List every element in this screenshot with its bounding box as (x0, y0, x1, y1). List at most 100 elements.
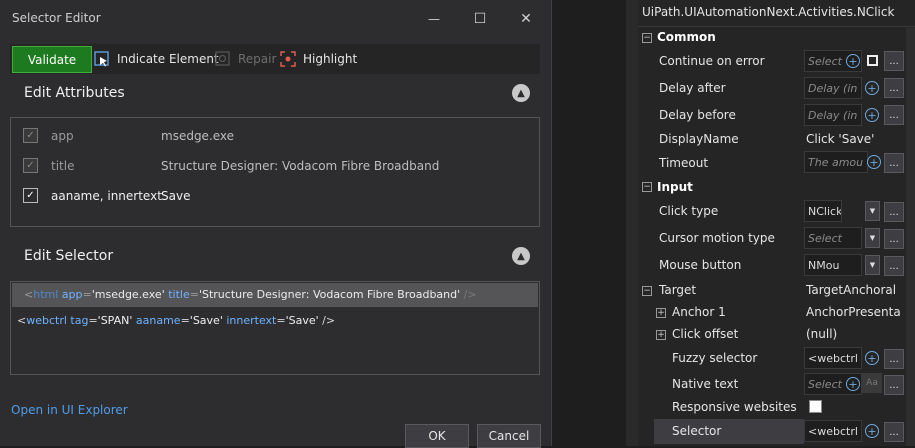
validate-button[interactable]: Validate (12, 46, 92, 73)
expand-anchor1-icon[interactable]: + (656, 308, 666, 318)
collapse-common-icon[interactable]: − (642, 33, 652, 43)
maximize-icon: ☐ (473, 11, 487, 27)
selector-editor-dialog: Selector Editor — ☐ ✕ Validate Indicate … (0, 0, 552, 448)
click-type-label: Click type (659, 204, 719, 218)
collapse-input-icon[interactable]: − (642, 182, 652, 192)
mouse-button-input[interactable]: NMou (804, 254, 862, 276)
canvas-scrollbar[interactable] (626, 0, 638, 446)
expand-click-offset-icon[interactable]: + (656, 330, 666, 340)
attribute-name: title (51, 159, 75, 173)
add-variable-icon[interactable]: + (846, 377, 860, 391)
minimize-icon: — (428, 12, 440, 26)
selector-value: 'msedge.exe' (91, 288, 165, 301)
continue-on-error-checkbox[interactable] (867, 55, 878, 66)
highlight-button[interactable]: Highlight (280, 44, 357, 74)
collapse-attributes-button[interactable]: ▲ (512, 84, 530, 102)
add-variable-icon[interactable]: + (846, 54, 860, 68)
attribute-row: ✓ title Structure Designer: Vodacom Fibr… (11, 151, 539, 179)
timeout-label: Timeout (659, 156, 709, 170)
timeout-input[interactable]: The amou (804, 151, 868, 173)
highlight-label: Highlight (303, 52, 358, 66)
responsive-websites-label: Responsive websites (672, 400, 797, 414)
more-options-button[interactable]: ... (884, 153, 904, 173)
repair-button[interactable]: Repair (215, 44, 276, 74)
dialog-titlebar: Selector Editor — ☐ ✕ (0, 0, 551, 37)
indicate-icon (94, 51, 109, 67)
indicate-element-button[interactable]: Indicate Element (94, 44, 219, 74)
add-variable-icon[interactable]: + (865, 424, 879, 438)
selector-close: /> (463, 288, 477, 301)
minimize-button[interactable]: — (412, 6, 456, 32)
ok-button[interactable]: OK (405, 424, 469, 448)
cancel-button[interactable]: Cancel (477, 424, 541, 448)
category-input: Input (657, 180, 693, 194)
properties-scrollbar[interactable] (906, 28, 915, 446)
click-type-input[interactable]: NClick (804, 200, 842, 222)
text-format-icon[interactable]: Aa (862, 373, 882, 393)
close-button[interactable]: ✕ (504, 6, 548, 32)
more-options-button[interactable]: ... (884, 202, 904, 222)
add-variable-icon[interactable]: + (867, 155, 881, 169)
more-options-button[interactable]: ... (884, 105, 904, 125)
more-options-button[interactable]: ... (884, 375, 904, 395)
selector-tag: html (33, 288, 59, 301)
anchor1-value[interactable]: AnchorPresenta (806, 305, 901, 319)
attribute-value: Save (161, 189, 191, 203)
fuzzy-selector-label: Fuzzy selector (672, 351, 758, 365)
continue-on-error-placeholder: Select (808, 54, 842, 68)
attribute-checkbox[interactable]: ✓ (23, 128, 38, 143)
selector-attr: title (168, 288, 190, 301)
delay-after-input[interactable]: Delay (in : (804, 77, 862, 99)
indicate-element-label: Indicate Element (117, 52, 219, 66)
more-options-button[interactable]: ... (884, 78, 904, 98)
selector-toolbar: Validate Indicate Element Repair Highlig… (10, 44, 540, 74)
collapse-selector-button[interactable]: ▲ (512, 247, 530, 265)
mouse-button-value: NMou (808, 258, 840, 272)
selector-line-html[interactable]: <html app='msedge.exe' title='Structure … (12, 283, 538, 307)
fuzzy-selector-value: <webctrl (808, 351, 858, 365)
chevron-up-icon: ▲ (517, 250, 525, 262)
dropdown-arrow-icon[interactable]: ▼ (865, 228, 880, 248)
selector-value: 'Save' (285, 314, 319, 327)
more-options-button[interactable]: ... (884, 349, 904, 369)
click-offset-value[interactable]: (null) (806, 327, 837, 341)
attribute-value: msedge.exe (161, 129, 235, 143)
chevron-up-icon: ▲ (517, 87, 525, 99)
attribute-row: ✓ app msedge.exe (11, 121, 539, 149)
more-options-button[interactable]: ... (884, 229, 904, 249)
add-variable-icon[interactable]: + (865, 81, 879, 95)
dropdown-arrow-icon[interactable]: ▼ (865, 201, 880, 221)
selector-attr: innertext (226, 314, 277, 327)
responsive-websites-checkbox[interactable] (809, 400, 822, 413)
cursor-motion-type-label: Cursor motion type (659, 231, 775, 245)
delay-before-label: Delay before (659, 108, 736, 122)
mouse-button-label: Mouse button (659, 258, 742, 272)
selector-input[interactable]: <webctrl t (804, 420, 862, 442)
edit-selector-title: Edit Selector (24, 248, 114, 264)
more-options-button[interactable]: ... (884, 51, 904, 71)
fuzzy-selector-input[interactable]: <webctrl (804, 347, 862, 369)
selector-tag: webctrl (26, 314, 67, 327)
add-variable-icon[interactable]: + (865, 351, 879, 365)
cursor-motion-type-input[interactable]: Select (804, 227, 862, 249)
attributes-list: ✓ app msedge.exe ✓ title Structure Desig… (10, 117, 540, 227)
add-variable-icon[interactable]: + (865, 108, 879, 122)
displayname-input[interactable]: Click 'Save' (806, 132, 874, 146)
category-common: Common (657, 30, 716, 44)
selector-value: <webctrl t (808, 424, 862, 438)
selector-editor-box[interactable]: <html app='msedge.exe' title='Structure … (10, 281, 540, 375)
dropdown-arrow-icon[interactable]: ▼ (865, 255, 880, 275)
selector-line-webctrl[interactable]: <webctrl tag='SPAN' aaname='Save' innert… (17, 314, 335, 327)
delay-after-label: Delay after (659, 81, 726, 95)
more-options-button[interactable]: ... (884, 256, 904, 276)
native-text-placeholder: Select (808, 377, 842, 391)
native-text-label: Native text (672, 377, 739, 391)
attribute-checkbox[interactable]: ✓ (23, 188, 38, 203)
open-in-ui-explorer-link[interactable]: Open in UI Explorer (11, 403, 128, 417)
more-options-button[interactable]: ... (884, 422, 904, 442)
attribute-checkbox[interactable]: ✓ (23, 158, 38, 173)
target-value[interactable]: TargetAnchoral (806, 283, 896, 297)
collapse-target-icon[interactable]: − (642, 286, 652, 296)
maximize-button[interactable]: ☐ (458, 6, 502, 32)
delay-before-input[interactable]: Delay (in : (804, 104, 862, 126)
